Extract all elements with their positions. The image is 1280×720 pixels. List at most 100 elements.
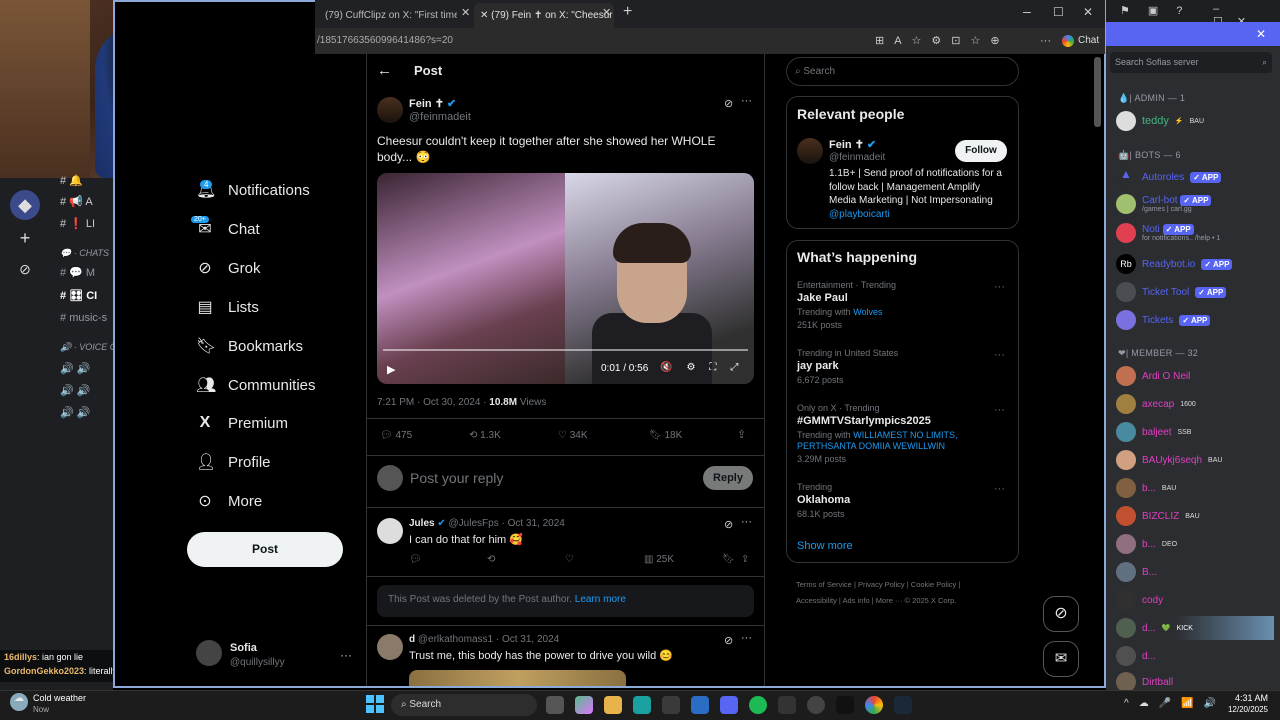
reply-more-icon[interactable]: ··· [741,632,752,644]
share-icon[interactable]: ⇪ [737,428,746,441]
member-item[interactable]: B... [1116,562,1157,582]
footer-link[interactable]: Privacy Policy [858,580,905,589]
trend-item[interactable]: Trending Oklahoma 68.1K posts [797,482,997,519]
system-tray-icons[interactable]: ^☁🎤📶🔊 [1124,698,1226,709]
nav-bookmarks[interactable]: 🔖︎ Bookmarks [196,336,303,356]
channel-hash-icon[interactable]: # 💬 M [60,266,95,279]
grok-icon[interactable]: ⊘ [724,518,733,531]
channel-music[interactable]: # music-s [60,312,107,324]
member-item[interactable]: BIZCLIZ BAU [1116,506,1200,526]
video-control-icons[interactable]: 🔇⚙⛶⤢ [660,362,752,373]
tab-cuffclipz[interactable]: (79) CuffClipz on X: "First time Cuff [319,3,457,28]
nav-premium[interactable]: X Premium [196,414,288,432]
mail-taskbar-icon[interactable] [691,696,709,714]
voice-channel-icon[interactable]: 🔊 🔊 [60,362,90,375]
member-item[interactable]: BAUykj6seqh BAU [1116,450,1222,470]
chrome-icon[interactable] [865,696,883,714]
bot-item[interactable]: Ticket Tool ✓ APP [1116,282,1227,302]
member-item[interactable]: d... 💚 KICK [1116,618,1193,638]
learn-more-link[interactable]: Learn more [575,594,626,605]
relevant-handle[interactable]: @feinmadeit [829,152,885,163]
reply-header[interactable]: Jules ✔ @JulesFps · Oct 31, 2024 [409,518,565,529]
follow-button[interactable]: Follow [955,140,1007,162]
close-tab-icon[interactable]: ✕ [461,6,470,19]
add-server-icon[interactable]: + [10,223,40,253]
nav-more[interactable]: ⊙ More [196,491,262,511]
discord-icon[interactable] [720,696,738,714]
member-item[interactable]: Dirtball [1116,672,1173,692]
search-box[interactable]: ⌕ Search [786,57,1019,86]
toolbar-icons[interactable]: ⊞A☆⚙⊡☆⊕ [875,28,1010,54]
member-item[interactable]: Ardi O Neil [1116,366,1190,386]
clock-time[interactable]: 4:31 AM [1226,693,1268,703]
trend-more-icon[interactable]: ··· [994,349,1005,361]
account-menu-icon[interactable]: ··· [340,648,352,662]
clock-date[interactable]: 12/20/2025 [1216,705,1268,714]
channel-hash-icon[interactable]: # 🎛 CI [60,289,97,302]
footer-link[interactable]: Ads info [843,596,870,605]
repost-count[interactable]: ⟲ 1.3K [469,430,501,441]
taskbar-search[interactable]: ⌕ Search [391,694,537,716]
relevant-avatar[interactable] [797,138,823,164]
grok-float-icon[interactable]: ⊘ [1043,596,1079,632]
post-video[interactable]: ▶ 0:01 / 0:56 🔇⚙⛶⤢ [377,173,754,384]
voice-channel-icon[interactable]: 🔊 🔊 [60,384,90,397]
tab-fein[interactable]: ✕ (79) Fein ✝ on X: "Cheesur couldn' [474,3,614,28]
trend-more-icon[interactable]: ··· [994,483,1005,495]
tiktok-icon[interactable] [836,696,854,714]
close-window-icon[interactable]: ✕ [1083,5,1093,19]
member-item[interactable]: teddy ⚡ BAU [1116,111,1204,131]
bookmark-count[interactable]: 🔖︎ 18K [649,430,682,441]
reply-image[interactable] [409,670,626,686]
close-tab-icon[interactable]: ✕ [602,6,611,19]
category-chats[interactable]: 💬 · CHATS [60,248,109,259]
bot-item[interactable]: Tickets ✓ APP [1116,310,1211,330]
task-view-icon[interactable] [546,696,564,714]
reply-button[interactable]: Reply [703,466,753,490]
member-item[interactable]: b... DEO [1116,534,1177,554]
store-icon[interactable] [662,696,680,714]
reply-header[interactable]: d @erlkathomass1 · Oct 31, 2024 [409,634,559,645]
account-avatar[interactable] [196,640,222,666]
trend-more-icon[interactable]: ··· [994,281,1005,293]
nav-communities[interactable]: 👥︎ Communities [196,375,316,395]
heart-icon[interactable]: ♡ [565,554,574,565]
member-item[interactable]: baljeet SSB [1116,422,1191,442]
edge-icon[interactable] [633,696,651,714]
nav-lists[interactable]: ▤ Lists [196,297,258,317]
channel-hash-icon[interactable]: # ❗ LI [60,217,95,230]
member-item[interactable]: d... [1116,646,1156,666]
app-icon[interactable] [778,696,796,714]
maximize-icon[interactable]: ☐ [1053,5,1064,19]
post-button[interactable]: Post [187,532,343,567]
member-item[interactable]: b... BAU [1116,478,1176,498]
grok-icon[interactable]: ⊘ [724,97,733,110]
explore-icon[interactable]: ⊘ [10,254,40,284]
trend-item[interactable]: Trending in United States jay park 6,672… [797,348,997,385]
post-more-icon[interactable]: ··· [741,95,752,107]
relevant-name[interactable]: Fein ✝ ✔ [829,138,876,151]
author-avatar[interactable] [377,97,403,123]
discord-toolbar-icons[interactable]: ⚑▣? [1120,4,1200,17]
author-name[interactable]: Fein ✝ ✔ [409,97,456,110]
weather-icon[interactable]: ☁ [10,693,28,711]
copilot-taskbar-icon[interactable] [575,696,593,714]
repost-icon[interactable]: ⟲ [487,554,495,565]
messages-float-icon[interactable]: ✉ [1043,641,1079,677]
account-name[interactable]: Sofia [230,642,257,654]
member-item[interactable]: axecap 1600 [1116,394,1196,414]
weather-title[interactable]: Cold weather [33,693,86,703]
author-handle[interactable]: @feinmadeit [409,111,471,123]
address-bar[interactable]: /1851766356099641486?s=20 ⊞A☆⚙⊡☆⊕ ··· Ch… [315,28,1105,54]
nav-notifications[interactable]: 🔔︎ Notifications [196,180,310,200]
footer-link[interactable]: Terms of Service [796,580,852,589]
chat-button[interactable]: Chat [1078,28,1099,54]
footer-link[interactable]: More ··· [876,596,903,605]
footer-link[interactable]: Cookie Policy [911,580,956,589]
trend-more-icon[interactable]: ··· [994,404,1005,416]
obs-icon[interactable] [807,696,825,714]
steam-icon[interactable] [894,696,912,714]
spotify-icon[interactable] [749,696,767,714]
voice-channel-icon[interactable]: 🔊 🔊 [60,406,90,419]
bot-item[interactable]: Rb Readybot.io ✓ APP [1116,254,1233,274]
